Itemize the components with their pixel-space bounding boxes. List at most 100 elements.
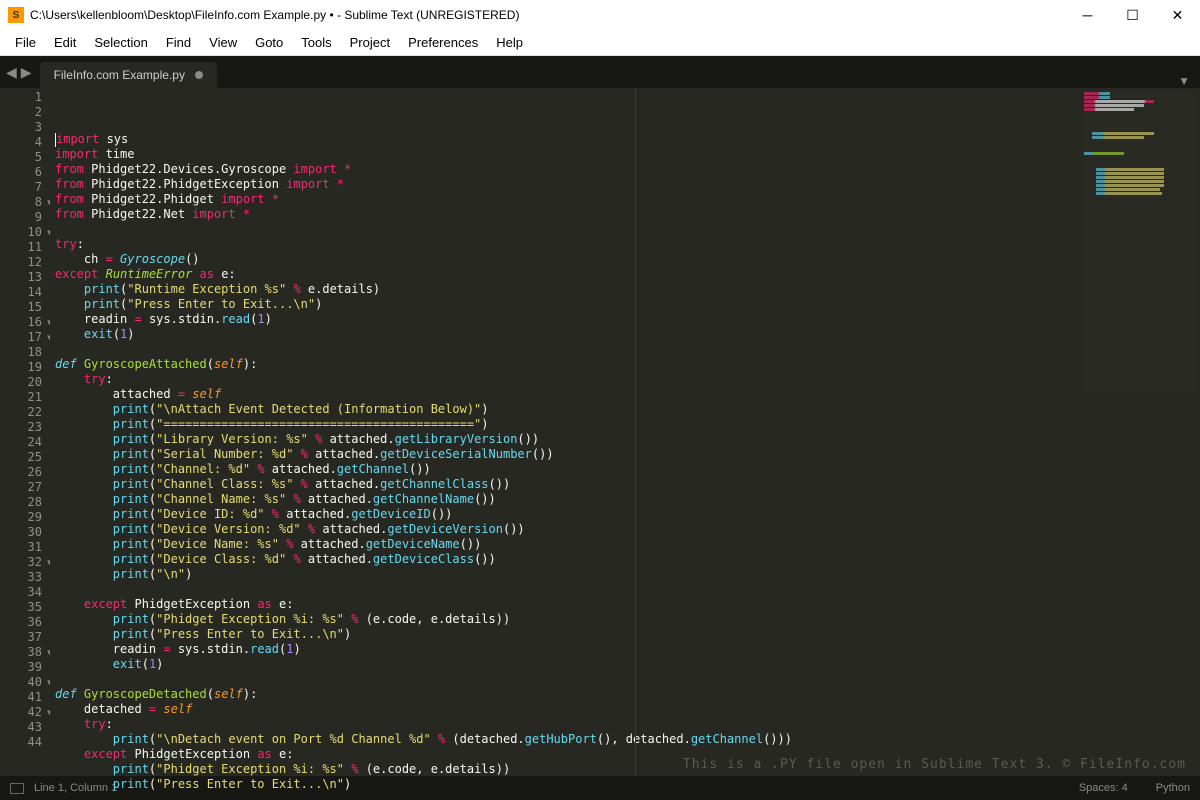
line-number[interactable]: 13	[0, 270, 50, 285]
code-line[interactable]: import sys	[50, 132, 1080, 147]
line-number[interactable]: 37	[0, 630, 50, 645]
code-line[interactable]: detached = self	[50, 702, 1080, 717]
line-number[interactable]: 24	[0, 435, 50, 450]
code-line[interactable]	[50, 582, 1080, 597]
line-number[interactable]: 41	[0, 690, 50, 705]
close-button[interactable]: ✕	[1155, 0, 1200, 30]
minimize-button[interactable]: ─	[1065, 0, 1110, 30]
code-line[interactable]: except PhidgetException as e:	[50, 597, 1080, 612]
code-line[interactable]: print("Runtime Exception %s" % e.details…	[50, 282, 1080, 297]
line-number[interactable]: 10	[0, 225, 50, 240]
line-number[interactable]: 27	[0, 480, 50, 495]
menu-view[interactable]: View	[200, 32, 246, 53]
syntax-setting[interactable]: Python	[1156, 782, 1190, 794]
line-number[interactable]: 42	[0, 705, 50, 720]
line-number[interactable]: 32	[0, 555, 50, 570]
code-line[interactable]: print("Serial Number: %d" % attached.get…	[50, 447, 1080, 462]
code-line[interactable]: print("\n")	[50, 567, 1080, 582]
code-line[interactable]: ch = Gyroscope()	[50, 252, 1080, 267]
menu-goto[interactable]: Goto	[246, 32, 292, 53]
line-number[interactable]: 2	[0, 105, 50, 120]
panel-switcher-icon[interactable]	[10, 783, 24, 794]
code-line[interactable]: except RuntimeError as e:	[50, 267, 1080, 282]
code-line[interactable]: def GyroscopeDetached(self):	[50, 687, 1080, 702]
line-number[interactable]: 44	[0, 735, 50, 750]
minimap[interactable]	[1080, 88, 1200, 776]
line-number[interactable]: 1	[0, 90, 50, 105]
menu-selection[interactable]: Selection	[85, 32, 156, 53]
code-line[interactable]: print("\nDetach event on Port %d Channel…	[50, 732, 1080, 747]
line-number[interactable]: 9	[0, 210, 50, 225]
line-number-gutter[interactable]: 1234567891011121314151617181920212223242…	[0, 88, 50, 776]
menu-preferences[interactable]: Preferences	[399, 32, 487, 53]
line-number[interactable]: 6	[0, 165, 50, 180]
code-line[interactable]: print("Device ID: %d" % attached.getDevi…	[50, 507, 1080, 522]
code-line[interactable]: print("Device Name: %s" % attached.getDe…	[50, 537, 1080, 552]
line-number[interactable]: 39	[0, 660, 50, 675]
tab-dropdown-icon[interactable]: ▼	[1168, 74, 1200, 88]
code-line[interactable]: print("=================================…	[50, 417, 1080, 432]
code-line[interactable]: from Phidget22.Devices.Gyroscope import …	[50, 162, 1080, 177]
code-line[interactable]: try:	[50, 717, 1080, 732]
line-number[interactable]: 33	[0, 570, 50, 585]
line-number[interactable]: 3	[0, 120, 50, 135]
code-line[interactable]: print("Channel: %d" % attached.getChanne…	[50, 462, 1080, 477]
code-line[interactable]: print("Device Class: %d" % attached.getD…	[50, 552, 1080, 567]
line-number[interactable]: 43	[0, 720, 50, 735]
maximize-button[interactable]: ☐	[1110, 0, 1155, 30]
code-line[interactable]	[50, 342, 1080, 357]
menu-project[interactable]: Project	[341, 32, 399, 53]
code-line[interactable]: readin = sys.stdin.read(1)	[50, 312, 1080, 327]
line-number[interactable]: 5	[0, 150, 50, 165]
line-number[interactable]: 14	[0, 285, 50, 300]
code-line[interactable]: import time	[50, 147, 1080, 162]
code-line[interactable]: try:	[50, 237, 1080, 252]
menu-tools[interactable]: Tools	[292, 32, 340, 53]
line-number[interactable]: 34	[0, 585, 50, 600]
line-number[interactable]: 38	[0, 645, 50, 660]
line-number[interactable]: 8	[0, 195, 50, 210]
editor-tab[interactable]: FileInfo.com Example.py	[40, 62, 217, 88]
line-number[interactable]: 12	[0, 255, 50, 270]
line-number[interactable]: 18	[0, 345, 50, 360]
line-number[interactable]: 25	[0, 450, 50, 465]
code-line[interactable]: print("Press Enter to Exit...\n")	[50, 627, 1080, 642]
code-line[interactable]: from Phidget22.Net import *	[50, 207, 1080, 222]
menu-find[interactable]: Find	[157, 32, 200, 53]
menu-help[interactable]: Help	[487, 32, 532, 53]
code-line[interactable]	[50, 672, 1080, 687]
indent-setting[interactable]: Spaces: 4	[1079, 782, 1128, 794]
code-line[interactable]: readin = sys.stdin.read(1)	[50, 642, 1080, 657]
code-line[interactable]: from Phidget22.Phidget import *	[50, 192, 1080, 207]
code-line[interactable]: print("\nAttach Event Detected (Informat…	[50, 402, 1080, 417]
code-line[interactable]: print("Device Version: %d" % attached.ge…	[50, 522, 1080, 537]
line-number[interactable]: 22	[0, 405, 50, 420]
line-number[interactable]: 4	[0, 135, 50, 150]
code-line[interactable]: print("Press Enter to Exit...\n")	[50, 777, 1080, 792]
code-line[interactable]: def GyroscopeAttached(self):	[50, 357, 1080, 372]
line-number[interactable]: 40	[0, 675, 50, 690]
line-number[interactable]: 31	[0, 540, 50, 555]
line-number[interactable]: 35	[0, 600, 50, 615]
code-line[interactable]: print("Press Enter to Exit...\n")	[50, 297, 1080, 312]
code-line[interactable]: print("Library Version: %s" % attached.g…	[50, 432, 1080, 447]
menu-file[interactable]: File	[6, 32, 45, 53]
code-line[interactable]: exit(1)	[50, 327, 1080, 342]
code-line[interactable]: print("Channel Name: %s" % attached.getC…	[50, 492, 1080, 507]
line-number[interactable]: 23	[0, 420, 50, 435]
menu-edit[interactable]: Edit	[45, 32, 85, 53]
code-line[interactable]: exit(1)	[50, 657, 1080, 672]
code-line[interactable]: print("Phidget Exception %i: %s" % (e.co…	[50, 612, 1080, 627]
line-number[interactable]: 7	[0, 180, 50, 195]
line-number[interactable]: 11	[0, 240, 50, 255]
line-number[interactable]: 26	[0, 465, 50, 480]
nav-back-icon[interactable]: ◀	[6, 64, 17, 81]
line-number[interactable]: 29	[0, 510, 50, 525]
code-line[interactable]	[50, 222, 1080, 237]
line-number[interactable]: 28	[0, 495, 50, 510]
code-line[interactable]: try:	[50, 372, 1080, 387]
line-number[interactable]: 17	[0, 330, 50, 345]
line-number[interactable]: 30	[0, 525, 50, 540]
code-line[interactable]: from Phidget22.PhidgetException import *	[50, 177, 1080, 192]
line-number[interactable]: 21	[0, 390, 50, 405]
